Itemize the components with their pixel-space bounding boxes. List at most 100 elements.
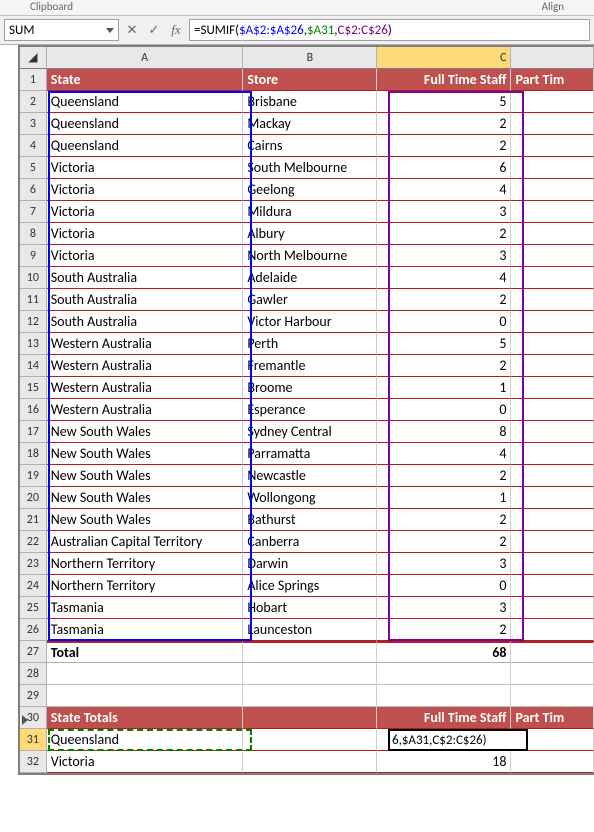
cell-value[interactable]: 0 (377, 311, 511, 333)
col-header-D[interactable] (511, 47, 594, 69)
active-cell-editor[interactable]: 6,$A31,C$2:C$26) (388, 729, 528, 751)
cell[interactable] (243, 729, 377, 751)
cell[interactable] (511, 157, 594, 179)
cell-store[interactable]: Newcastle (243, 465, 377, 487)
cell-value[interactable]: 2 (377, 223, 511, 245)
cell-value[interactable]: 2 (377, 135, 511, 157)
cell-store[interactable]: Esperance (243, 399, 377, 421)
expand-icon[interactable] (22, 715, 28, 725)
row-header[interactable]: 15 (20, 377, 47, 399)
cell-state[interactable]: Victoria (47, 157, 244, 179)
cell-store[interactable]: Albury (243, 223, 377, 245)
cell-value[interactable]: 3 (377, 201, 511, 223)
cell-store[interactable]: Cairns (243, 135, 377, 157)
cell-value[interactable]: 5 (377, 91, 511, 113)
cell-value[interactable]: 2 (377, 355, 511, 377)
cell-state[interactable]: Western Australia (47, 333, 244, 355)
cell[interactable] (511, 663, 594, 685)
cell-state[interactable]: Victoria (47, 179, 244, 201)
cell[interactable] (511, 223, 594, 245)
row-header[interactable]: 12 (20, 311, 47, 333)
spreadsheet-grid[interactable]: ◢ A B C 1 State Store Full Time Staff Pa… (18, 45, 594, 775)
row-header[interactable]: 4 (20, 135, 47, 157)
cell-state[interactable]: Queensland (47, 135, 244, 157)
cell-store[interactable]: Brisbane (243, 91, 377, 113)
cell-state[interactable]: South Australia (47, 289, 244, 311)
fx-icon[interactable]: fx (167, 21, 185, 39)
cell-store[interactable]: South Melbourne (243, 157, 377, 179)
cell[interactable] (243, 641, 377, 663)
cell-store[interactable]: Bathurst (243, 509, 377, 531)
cell-state[interactable]: Western Australia (47, 377, 244, 399)
row-header[interactable]: 20 (20, 487, 47, 509)
col-header-B[interactable]: B (243, 47, 377, 69)
row-header[interactable]: 13 (20, 333, 47, 355)
row-header[interactable]: 10 (20, 267, 47, 289)
cell-value[interactable]: 1 (377, 377, 511, 399)
cell-store[interactable]: Hobart (243, 597, 377, 619)
cell[interactable] (243, 663, 377, 685)
cell-store[interactable]: Canberra (243, 531, 377, 553)
cell-state[interactable]: South Australia (47, 311, 244, 333)
cell[interactable] (511, 575, 594, 597)
row-header[interactable]: 28 (20, 663, 47, 685)
row-header[interactable]: 16 (20, 399, 47, 421)
header-parttime[interactable]: Part Tim (511, 707, 594, 729)
cell-value[interactable]: 3 (377, 245, 511, 267)
cell[interactable] (511, 509, 594, 531)
cell[interactable] (511, 245, 594, 267)
cell[interactable] (47, 663, 244, 685)
cell-value[interactable]: 18 (377, 751, 511, 773)
cell[interactable] (511, 289, 594, 311)
cell-value[interactable]: 2 (377, 509, 511, 531)
row-header[interactable]: 27 (20, 641, 47, 663)
select-all-corner[interactable]: ◢ (20, 47, 47, 69)
cell[interactable] (511, 135, 594, 157)
cell[interactable] (243, 685, 377, 707)
row-header[interactable]: 3 (20, 113, 47, 135)
col-header-C[interactable]: C (377, 47, 511, 69)
row-header[interactable]: 9 (20, 245, 47, 267)
row-header[interactable]: 8 (20, 223, 47, 245)
row-header[interactable]: 18 (20, 443, 47, 465)
cell[interactable] (511, 685, 594, 707)
row-header[interactable]: 29 (20, 685, 47, 707)
row-header[interactable]: 2 (20, 91, 47, 113)
name-box[interactable]: SUM (4, 19, 119, 41)
cell[interactable] (511, 641, 594, 663)
cell-store[interactable]: Wollongong (243, 487, 377, 509)
cell[interactable] (511, 333, 594, 355)
cell[interactable] (377, 685, 511, 707)
row-header[interactable]: 14 (20, 355, 47, 377)
total-label[interactable]: Total (47, 641, 244, 663)
row-header[interactable]: 26 (20, 619, 47, 641)
cell[interactable] (511, 751, 594, 773)
cell-store[interactable]: Alice Springs (243, 575, 377, 597)
cell[interactable] (243, 751, 377, 773)
cell-store[interactable]: Darwin (243, 553, 377, 575)
cell-store[interactable]: Perth (243, 333, 377, 355)
cell-value[interactable]: 3 (377, 597, 511, 619)
cell-value[interactable]: 2 (377, 113, 511, 135)
cell[interactable] (511, 267, 594, 289)
cell-state[interactable]: New South Wales (47, 443, 244, 465)
row-header[interactable]: 32 (20, 751, 47, 773)
cell-state[interactable]: Tasmania (47, 597, 244, 619)
col-header-A[interactable]: A (47, 47, 244, 69)
cell-state[interactable]: Tasmania (47, 619, 244, 641)
cell-state[interactable]: Victoria (47, 201, 244, 223)
cell[interactable] (511, 465, 594, 487)
cell-value[interactable]: 1 (377, 487, 511, 509)
row-header[interactable]: 11 (20, 289, 47, 311)
cell-value[interactable]: 4 (377, 179, 511, 201)
row-header[interactable]: 25 (20, 597, 47, 619)
cell-value[interactable]: 4 (377, 443, 511, 465)
cell[interactable] (511, 201, 594, 223)
cell-store[interactable]: Adelaide (243, 267, 377, 289)
cell[interactable] (511, 179, 594, 201)
row-header[interactable]: 23 (20, 553, 47, 575)
cell-value[interactable]: 2 (377, 289, 511, 311)
cell[interactable] (511, 421, 594, 443)
row-header[interactable]: 5 (20, 157, 47, 179)
header-fulltime[interactable]: Full Time Staff (377, 69, 511, 91)
